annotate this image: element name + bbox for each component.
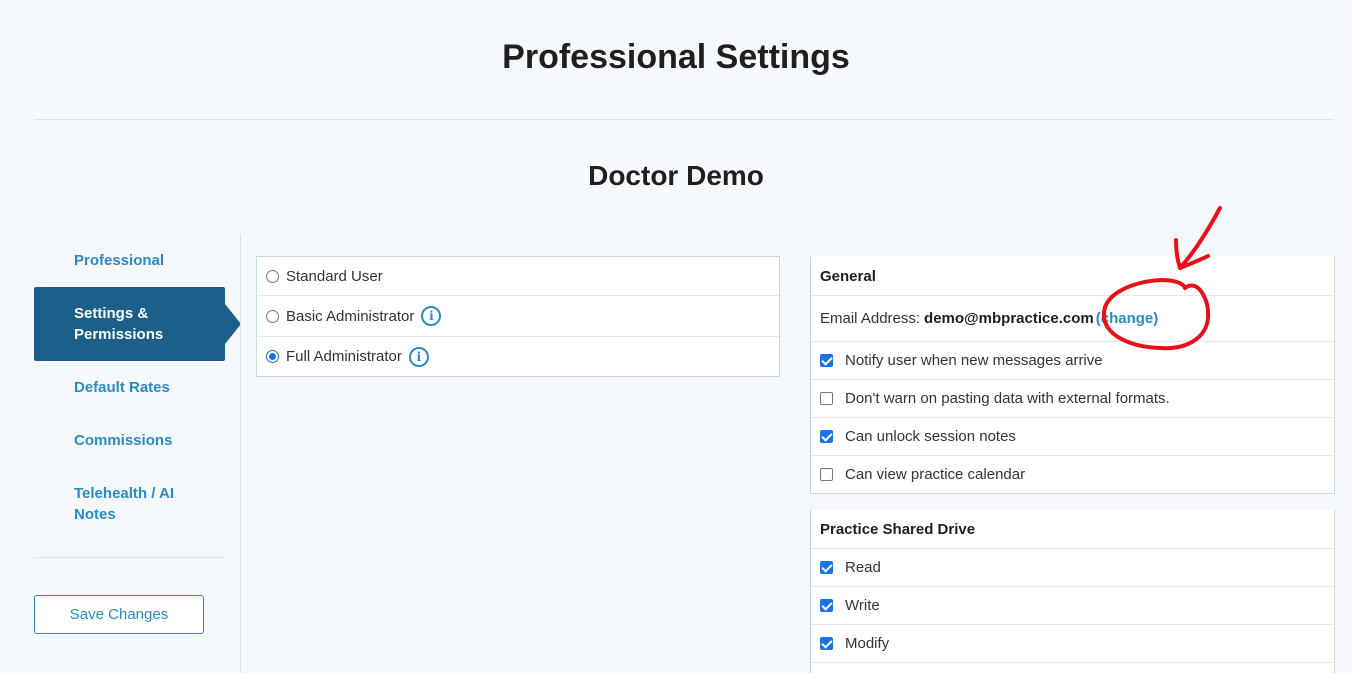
general-panel: General Email Address: demo@mbpractice.c…: [810, 256, 1335, 494]
role-option-standard-user[interactable]: Standard User: [257, 257, 779, 295]
shared-drive-panel: Practice Shared Drive Read Write Modify: [810, 509, 1335, 673]
role-label: Full Administrator: [286, 348, 402, 365]
option-unlock-session-notes[interactable]: Can unlock session notes: [811, 417, 1334, 455]
unlock-session-notes-checkbox[interactable]: [820, 430, 833, 443]
sidebar-item-label: Telehealth / AI Notes: [74, 485, 175, 523]
sidebar-item-settings-permissions[interactable]: Settings & Permissions: [34, 287, 241, 361]
settings-page: Professional Settings Doctor Demo Profes…: [0, 0, 1352, 673]
save-changes-button[interactable]: Save Changes: [34, 595, 204, 634]
option-label: Modify: [845, 635, 890, 652]
full-administrator-radio[interactable]: [266, 350, 279, 363]
option-row-partial: [811, 662, 1334, 673]
vertical-divider: [240, 234, 241, 673]
user-name-heading: Doctor Demo: [588, 160, 764, 191]
option-label: Don't warn on pasting data with external…: [845, 390, 1170, 407]
basic-administrator-radio[interactable]: [266, 309, 279, 323]
sidebar-item-label: Settings & Permissions: [74, 305, 164, 343]
option-label: Can view practice calendar: [845, 466, 1026, 483]
info-icon[interactable]: i: [408, 346, 429, 367]
divider: [34, 119, 1334, 120]
sidebar-item-default-rates[interactable]: Default Rates: [34, 377, 225, 398]
option-label: Read: [845, 559, 881, 576]
role-label: Standard User: [286, 267, 383, 285]
role-label: Basic Administrator: [286, 307, 415, 325]
view-practice-calendar-checkbox[interactable]: [820, 468, 833, 481]
sidebar-item-commissions[interactable]: Commissions: [34, 430, 225, 451]
email-value: demo@mbpractice.com: [924, 310, 1094, 327]
paste-warning-checkbox[interactable]: [820, 392, 833, 405]
notify-messages-checkbox[interactable]: [820, 354, 833, 367]
page-title: Professional Settings: [502, 38, 850, 76]
role-selection-panel: Standard User Basic Administrator i Full…: [256, 256, 780, 377]
general-heading: General: [820, 267, 876, 285]
change-email-link[interactable]: (change): [1096, 310, 1159, 327]
email-row: Email Address: demo@mbpractice.com (chan…: [811, 295, 1334, 341]
shared-drive-heading: Practice Shared Drive: [820, 520, 976, 538]
option-read[interactable]: Read: [811, 548, 1334, 586]
option-view-practice-calendar[interactable]: Can view practice calendar: [811, 455, 1334, 493]
standard-user-radio[interactable]: [266, 269, 279, 283]
info-icon[interactable]: i: [421, 306, 442, 326]
write-checkbox[interactable]: [820, 599, 833, 612]
modify-checkbox[interactable]: [820, 637, 833, 650]
option-notify-messages[interactable]: Notify user when new messages arrive: [811, 341, 1334, 379]
option-label: Can unlock session notes: [845, 428, 1016, 445]
option-label: Notify user when new messages arrive: [845, 352, 1103, 369]
read-checkbox[interactable]: [820, 561, 833, 574]
sidebar-item-professional[interactable]: Professional: [34, 250, 225, 271]
role-option-full-administrator[interactable]: Full Administrator i: [257, 336, 779, 376]
role-option-basic-administrator[interactable]: Basic Administrator i: [257, 295, 779, 336]
option-modify[interactable]: Modify: [811, 624, 1334, 662]
email-label: Email Address:: [820, 310, 921, 327]
option-write[interactable]: Write: [811, 586, 1334, 624]
option-label: Write: [845, 597, 880, 614]
option-paste-warning[interactable]: Don't warn on pasting data with external…: [811, 379, 1334, 417]
sidebar-item-telehealth-ai-notes[interactable]: Telehealth / AI Notes: [34, 483, 225, 525]
sidebar-divider: [34, 557, 225, 558]
